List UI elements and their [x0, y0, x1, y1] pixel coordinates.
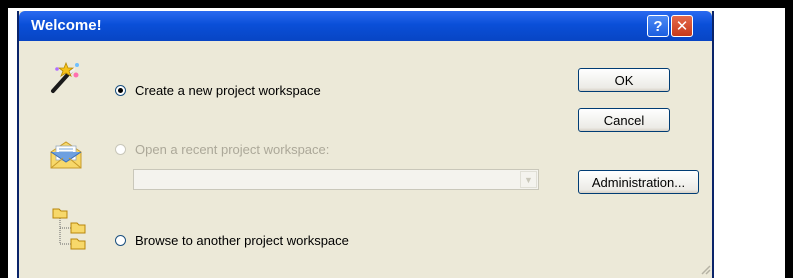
welcome-dialog: Welcome! ? ✕ Create a new project worksp… [17, 11, 714, 278]
chevron-down-icon: ▼ [524, 174, 533, 185]
cancel-button-label: Cancel [603, 112, 645, 128]
browse-label[interactable]: Browse to another project workspace [135, 233, 349, 248]
open-recent-label[interactable]: Open a recent project workspace: [135, 142, 329, 157]
wizard-wand-icon [51, 61, 79, 93]
resize-grip-icon[interactable] [699, 263, 711, 275]
administration-button-label: Administration... [591, 174, 686, 190]
cancel-button[interactable]: Cancel [578, 108, 670, 132]
recent-workspace-combo[interactable]: ▼ [133, 169, 539, 190]
folder-tree-icon [52, 208, 86, 250]
combo-dropdown-button[interactable]: ▼ [520, 171, 537, 188]
administration-button[interactable]: Administration... [578, 170, 699, 194]
create-new-label[interactable]: Create a new project workspace [135, 83, 321, 98]
dialog-title: Welcome! [31, 17, 102, 34]
outer-frame-left [0, 0, 8, 278]
help-icon: ? [653, 17, 663, 35]
close-icon: ✕ [675, 18, 689, 35]
close-button[interactable]: ✕ [671, 15, 693, 37]
outer-frame-right [785, 0, 793, 278]
ok-button-label: OK [614, 72, 634, 88]
help-button[interactable]: ? [647, 15, 669, 37]
outer-frame-top [0, 0, 793, 8]
create-new-radio[interactable] [115, 85, 126, 96]
open-envelope-icon [50, 141, 82, 169]
browse-radio[interactable] [115, 235, 126, 246]
title-bar[interactable]: Welcome! ? ✕ [19, 11, 712, 41]
open-recent-radio[interactable] [115, 144, 126, 155]
ok-button[interactable]: OK [578, 68, 670, 92]
